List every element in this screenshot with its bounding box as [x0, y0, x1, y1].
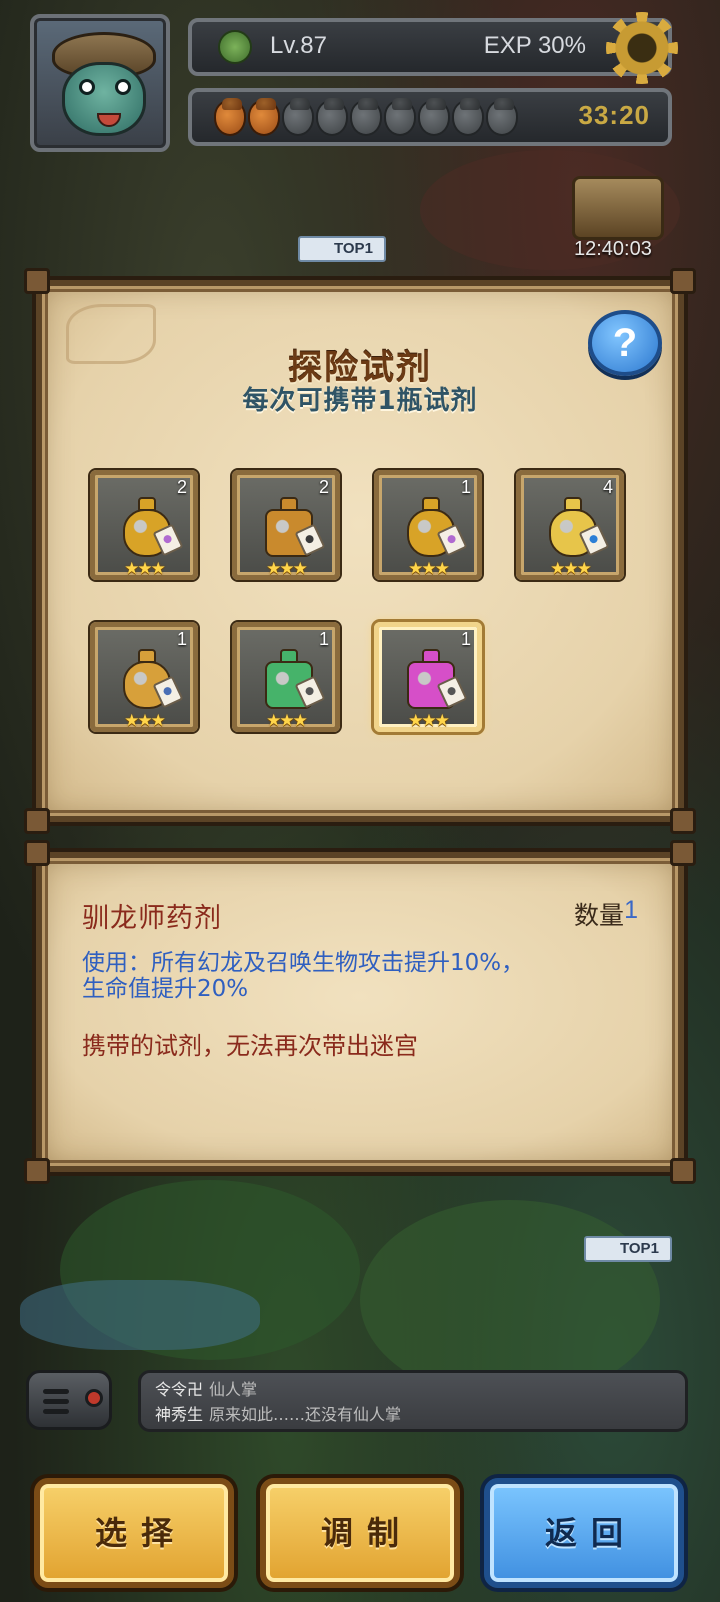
potion-slot[interactable]: 1 ★★★ — [374, 622, 482, 732]
potion-bottle-icon — [265, 649, 326, 711]
potion-count: 4 — [602, 477, 613, 497]
acorn-full-icon — [248, 100, 280, 136]
acorn-empty-icon — [282, 100, 314, 136]
panel-subtitle: 每次可携带1瓶试剂 — [242, 386, 478, 416]
effect-line: 生命值提升20% — [82, 976, 249, 1002]
craft-button[interactable]: 调制 — [260, 1478, 460, 1588]
top-rank-flag[interactable]: TOP1 — [584, 1236, 672, 1262]
panel-corner — [670, 840, 696, 866]
panel-corner — [670, 268, 696, 294]
star-rating: ★★★ — [124, 711, 166, 731]
potion-bottle-icon — [549, 497, 610, 559]
star-rating: ★★★ — [408, 559, 450, 579]
settings-gear-icon[interactable] — [606, 12, 678, 84]
player-level: Lv.87 — [270, 32, 327, 59]
help-button[interactable]: ? — [588, 310, 662, 376]
acorn-empty-icon — [418, 100, 450, 136]
chat-text: 仙人掌 — [209, 1380, 258, 1399]
potion-slot[interactable]: 1 ★★★ — [232, 622, 340, 732]
treasure-chest-icon[interactable] — [572, 176, 664, 240]
quantity-value: 1 — [624, 896, 638, 924]
chat-text: 原来如此……还没有仙人掌 — [209, 1405, 402, 1424]
potion-panel: 探险试剂 每次可携带1瓶试剂 ? 2 ★★★ 2 ★★★ 1 ★★★ 4 ★★★ 1 ★★★ 1 ★★… — [24, 268, 696, 834]
select-button[interactable]: 选择 — [34, 1478, 234, 1588]
exp-percent: EXP 30% — [483, 32, 586, 59]
panel-corner — [24, 1158, 50, 1184]
panel-corner — [670, 808, 696, 834]
potion-bottle-icon — [123, 649, 184, 711]
potion-count: 1 — [176, 629, 187, 649]
player-avatar[interactable] — [30, 14, 170, 152]
avatar-face — [62, 62, 146, 136]
avatar-eye — [115, 79, 131, 95]
potion-bottle-icon — [407, 497, 468, 559]
star-rating: ★★★ — [124, 559, 166, 579]
chat-icon-line — [43, 1409, 69, 1414]
clover-icon — [218, 30, 252, 64]
star-rating: ★★★ — [266, 559, 308, 579]
potion-count: 1 — [318, 629, 329, 649]
potion-bottle-icon — [407, 649, 468, 711]
avatar-mouth — [97, 113, 121, 127]
map-river — [20, 1280, 260, 1350]
item-effect: 使用：所有幻龙及召唤生物攻击提升10%， 生命值提升20% — [82, 950, 622, 1002]
chat-message: 神秀生 原来如此……还没有仙人掌 — [155, 1402, 671, 1427]
star-rating: ★★★ — [408, 711, 450, 731]
potion-bottle-icon — [123, 497, 184, 559]
chat-user: 神秀生 — [155, 1405, 204, 1424]
stamina-bar: 33:20 — [188, 88, 672, 146]
acorn-empty-icon — [316, 100, 348, 136]
panel-corner — [670, 1158, 696, 1184]
potion-count: 2 — [318, 477, 329, 497]
chat-toggle-button[interactable] — [26, 1370, 112, 1430]
acorn-empty-icon — [486, 100, 518, 136]
back-button[interactable]: 返回 — [484, 1478, 684, 1588]
stamina-timer: 33:20 — [578, 100, 650, 130]
potion-count: 1 — [460, 629, 471, 649]
potion-slot[interactable]: 2 ★★★ — [232, 470, 340, 580]
potion-slot[interactable]: 2 ★★★ — [90, 470, 198, 580]
acorn-empty-icon — [350, 100, 382, 136]
star-rating: ★★★ — [266, 711, 308, 731]
top-rank-flag[interactable]: TOP1 — [298, 236, 386, 262]
acorn-empty-icon — [452, 100, 484, 136]
chat-icon-line — [43, 1389, 69, 1394]
chest-timer: 12:40:03 — [574, 238, 652, 260]
potion-bottle-icon — [265, 497, 326, 559]
chat-user: 令令卍 — [155, 1380, 204, 1399]
chat-icon-line — [43, 1399, 69, 1404]
chat-message: 令令卍 仙人掌 — [155, 1377, 671, 1402]
panel-corner — [24, 840, 50, 866]
panel-corner — [24, 808, 50, 834]
level-bar: Lv.87 EXP 30% — [188, 12, 678, 84]
quantity-label: 数量 — [573, 901, 624, 930]
item-warning: 携带的试剂，无法再次带出迷宫 — [82, 1032, 418, 1060]
potion-slot[interactable]: 1 ★★★ — [90, 622, 198, 732]
panel-corner — [24, 268, 50, 294]
chat-notification-icon — [85, 1389, 103, 1407]
avatar-eye — [79, 79, 95, 95]
stamina-acorns — [214, 100, 518, 136]
potion-count: 2 — [176, 477, 187, 497]
potion-slot[interactable]: 1 ★★★ — [374, 470, 482, 580]
item-name: 驯龙师药剂 — [82, 903, 222, 934]
item-detail-panel: 驯龙师药剂 数量 1 使用：所有幻龙及召唤生物攻击提升10%， 生命值提升20%… — [24, 840, 696, 1184]
chat-preview[interactable]: 令令卍 仙人掌 神秀生 原来如此……还没有仙人掌 — [138, 1370, 688, 1432]
star-rating: ★★★ — [550, 559, 592, 579]
acorn-empty-icon — [384, 100, 416, 136]
potion-count: 1 — [460, 477, 471, 497]
effect-line: 使用：所有幻龙及召唤生物攻击提升10%， — [82, 950, 525, 976]
potion-slot[interactable]: 4 ★★★ — [516, 470, 624, 580]
acorn-full-icon — [214, 100, 246, 136]
